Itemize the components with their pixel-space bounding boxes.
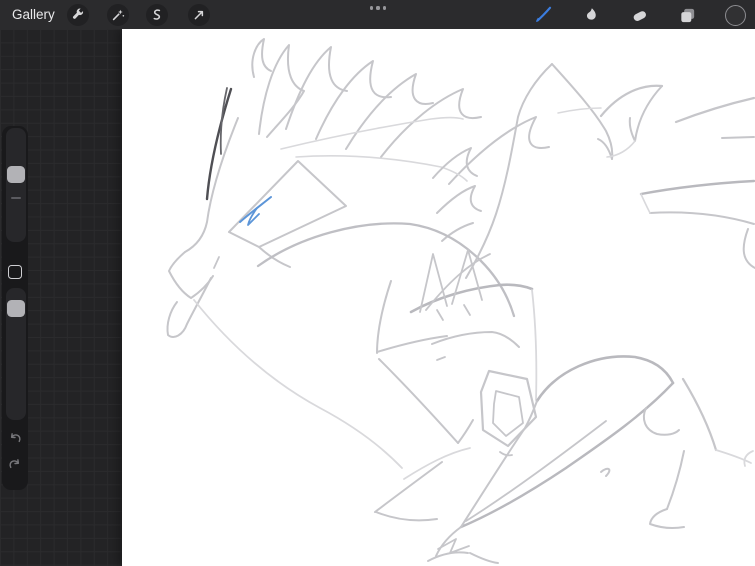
- sketch-stroke: [674, 96, 755, 124]
- sketch-stroke: [436, 309, 444, 321]
- redo-icon: [9, 459, 20, 469]
- gallery-button[interactable]: Gallery: [12, 0, 55, 29]
- sketch-stroke: [628, 85, 663, 142]
- brush-size-slider[interactable]: [6, 128, 26, 242]
- sketch-stroke: [531, 289, 538, 401]
- canvas-options-button[interactable]: [364, 2, 392, 14]
- sketch-stroke: [649, 211, 755, 225]
- sidebar: [2, 126, 28, 490]
- sketch-stroke: [256, 222, 516, 318]
- sketch-stroke: [742, 228, 755, 269]
- sketch-stroke: [639, 179, 755, 196]
- sketch-stroke: [721, 136, 755, 139]
- sketch-stroke: [437, 538, 470, 554]
- more-dots-icon: [382, 6, 386, 10]
- sketch-stroke: [280, 116, 464, 150]
- paint-tool-button[interactable]: [532, 4, 554, 26]
- sketch-stroke: [666, 450, 685, 510]
- sketch-stroke: [285, 46, 348, 130]
- sketch-stroke: [459, 381, 675, 529]
- procreate-window: Gallery: [0, 0, 755, 566]
- erase-tool-button[interactable]: [628, 4, 650, 26]
- magic-wand-icon: [112, 9, 125, 21]
- undo-button[interactable]: [5, 429, 25, 449]
- sketch-stroke: [681, 377, 718, 452]
- top-toolbar: Gallery: [0, 0, 755, 29]
- opacity-slider[interactable]: [6, 288, 26, 420]
- sketch-stroke: [465, 420, 607, 522]
- redo-button[interactable]: [5, 455, 25, 475]
- sketch-stroke: [557, 107, 602, 114]
- sketch-stroke: [380, 88, 482, 158]
- sketch-stroke: [457, 419, 474, 444]
- selection-button[interactable]: [146, 4, 168, 26]
- sketch-stroke: [375, 511, 438, 522]
- layers-button[interactable]: [676, 4, 698, 26]
- color-circle-icon: [724, 4, 746, 26]
- sketch-stroke: [535, 355, 675, 403]
- more-dots-icon: [370, 6, 374, 10]
- undo-icon: [10, 433, 21, 443]
- sketch-stroke: [463, 304, 471, 316]
- selection-s-icon: [153, 9, 161, 20]
- smudge-icon: [586, 8, 596, 20]
- sketch-svg: [166, 38, 755, 564]
- sketch-stroke: [219, 87, 228, 155]
- sketch-stroke: [376, 280, 392, 354]
- sketch-stroke: [743, 450, 754, 467]
- sketch-stroke: [431, 331, 520, 348]
- more-dots-icon: [376, 6, 380, 10]
- slider-tick-mark: [11, 197, 21, 200]
- adjustments-button[interactable]: [107, 4, 129, 26]
- sketch-stroke: [193, 299, 403, 469]
- sketch-stroke: [409, 283, 534, 314]
- sketch-stroke: [168, 251, 214, 299]
- sketch-stroke: [427, 551, 469, 562]
- smudge-tool-button[interactable]: [580, 4, 602, 26]
- transform-arrow-icon: [194, 10, 204, 20]
- sketch-stroke: [441, 222, 474, 242]
- sketch-stroke: [600, 467, 611, 477]
- sketch-stroke: [374, 461, 443, 513]
- wrench-icon: [72, 8, 84, 19]
- sketch-stroke: [378, 358, 459, 444]
- sketch-stroke: [251, 38, 272, 78]
- color-swatch-button[interactable]: [724, 4, 746, 26]
- sketch-stroke: [465, 63, 553, 279]
- sketch-stroke: [499, 451, 513, 457]
- drawing-canvas[interactable]: [122, 29, 755, 566]
- sketch-stroke: [642, 407, 680, 436]
- sketch-stroke: [436, 185, 482, 214]
- sketch-stroke: [376, 335, 448, 353]
- layers-icon: [680, 8, 694, 22]
- sketch-stroke: [403, 447, 471, 480]
- sketch-stroke: [258, 44, 305, 138]
- sketch-stroke: [419, 253, 448, 313]
- sketch-stroke: [551, 63, 614, 160]
- sketch-stroke: [213, 256, 220, 269]
- modify-button[interactable]: [8, 265, 22, 279]
- eraser-icon: [633, 10, 646, 21]
- actions-button[interactable]: [67, 4, 89, 26]
- sketch-stroke: [469, 552, 499, 564]
- transform-button[interactable]: [188, 4, 210, 26]
- sketch-stroke: [345, 73, 434, 150]
- sketch-stroke: [640, 193, 651, 214]
- sketch-stroke: [436, 356, 446, 361]
- brush-icon: [536, 6, 552, 22]
- sketch-stroke: [599, 84, 664, 118]
- sketch-stroke: [492, 390, 524, 437]
- opacity-handle[interactable]: [7, 300, 25, 317]
- sketch-stroke: [649, 508, 685, 529]
- brush-size-handle[interactable]: [7, 166, 25, 183]
